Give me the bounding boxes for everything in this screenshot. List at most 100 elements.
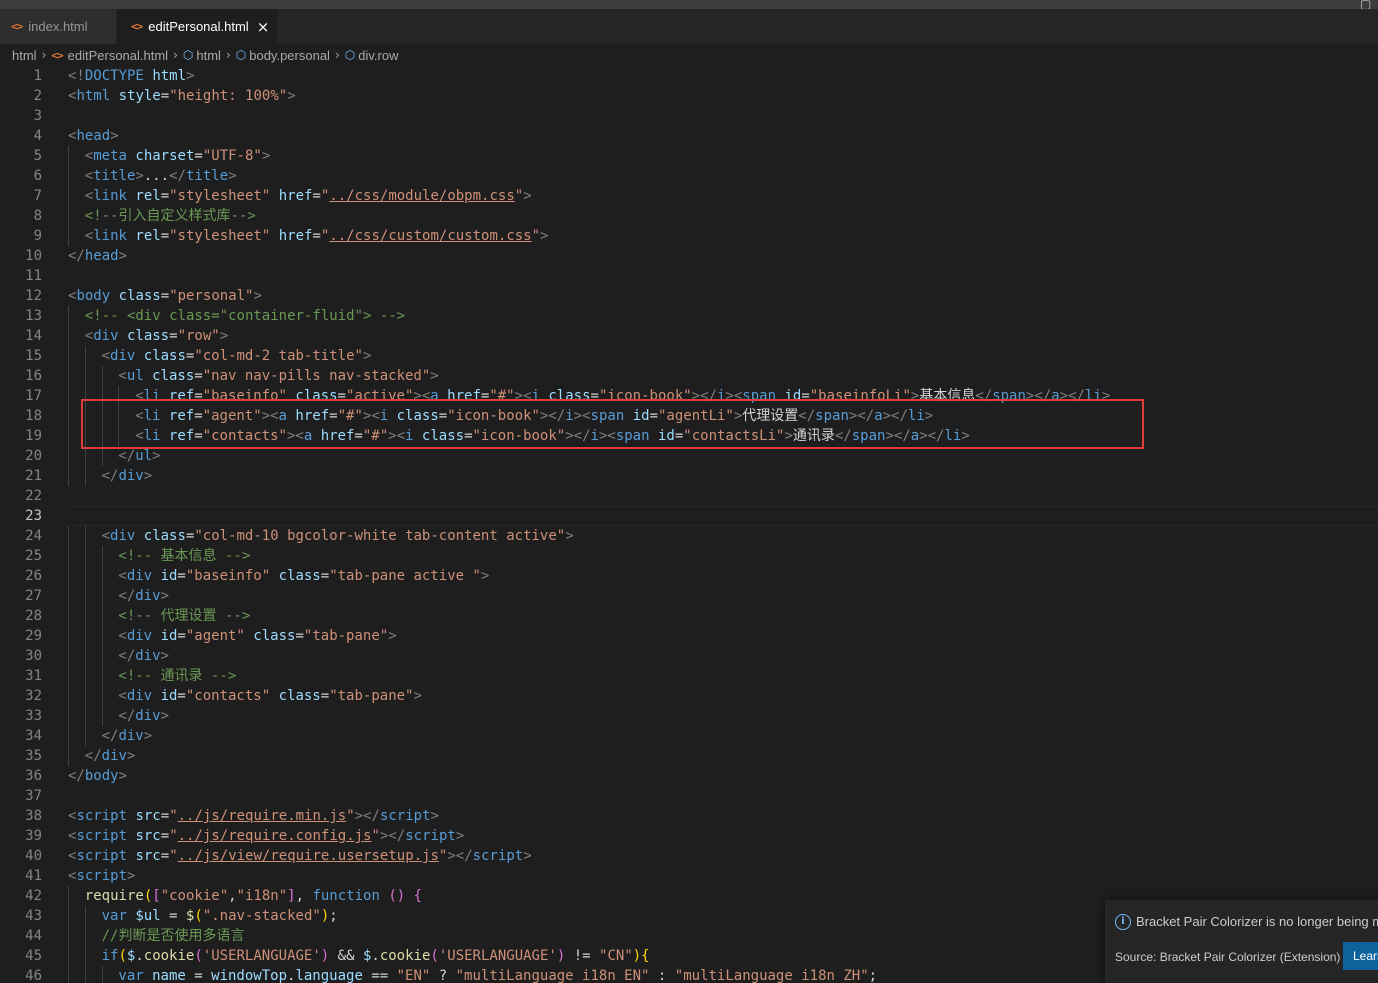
code-line[interactable]: 7 <link rel="stylesheet" href="../css/mod… <box>0 186 1378 206</box>
code-line[interactable]: 5 <meta charset="UTF-8"> <box>0 146 1378 166</box>
code-line[interactable]: 15 <div class="col-md-2 tab-title"> <box>0 346 1378 366</box>
code-token: " <box>169 848 178 864</box>
code-token: ../js/require.config.js <box>177 828 372 844</box>
code-token: ul <box>126 368 144 384</box>
code-line[interactable]: 30 </div> <box>0 646 1378 666</box>
code-line[interactable]: 1 <!DOCTYPE html> <box>0 66 1378 86</box>
indent-guide <box>84 666 86 686</box>
code-line[interactable]: 37 <box>0 786 1378 806</box>
code-line[interactable]: 29 <div id="agent" class="tab-pane"> <box>0 626 1378 646</box>
code-line[interactable]: 36 </body> <box>0 766 1378 786</box>
code-text: </ul> <box>118 446 160 466</box>
code-line[interactable]: 31 <!-- 通讯录 --> <box>0 666 1378 686</box>
code-line[interactable]: 11 <box>0 266 1378 286</box>
code-line[interactable]: 28 <!-- 代理设置 --> <box>0 606 1378 626</box>
line-number: 12 <box>25 288 42 304</box>
line-number: 23 <box>25 508 42 524</box>
breadcrumb-item-html[interactable]: html <box>12 48 37 63</box>
code-token: . <box>371 948 380 964</box>
code-line[interactable]: 22 <box>0 486 1378 506</box>
code-token: </ <box>118 648 136 664</box>
code-token: script <box>76 808 128 824</box>
code-line[interactable]: 6 <title>...</title> <box>0 166 1378 186</box>
breadcrumb-item-file[interactable]: editPersonal.html <box>68 48 168 63</box>
code-line[interactable]: 21 </div> <box>0 466 1378 486</box>
code-token: > <box>430 368 439 384</box>
code-line[interactable]: 2 <html style="height: 100%"> <box>0 86 1378 106</box>
code-token: div <box>110 528 136 544</box>
code-token: </ <box>169 168 186 184</box>
code-line[interactable]: 32 <div id="contacts" class="tab-pane"> <box>0 686 1378 706</box>
line-number: 36 <box>25 768 42 784</box>
code-line[interactable]: 16 <ul class="nav nav-pills nav-stacked"> <box>0 366 1378 386</box>
code-line[interactable]: 38 <script src="../js/require.min.js"></s… <box>0 806 1378 826</box>
code-line[interactable]: 3 <box>0 106 1378 126</box>
indent-guide <box>68 546 69 566</box>
code-token: " <box>371 828 380 844</box>
code-line[interactable]: 33 </div> <box>0 706 1378 726</box>
code-line[interactable]: 20 </ul> <box>0 446 1378 466</box>
code-line[interactable]: 35 </div> <box>0 746 1378 766</box>
code-line[interactable]: 27 </div> <box>0 586 1378 606</box>
code-token: " <box>346 808 355 824</box>
tab-editpersonal-html[interactable]: <> editPersonal.html × <box>117 9 277 44</box>
code-text: </div> <box>118 646 169 666</box>
code-token: "contacts" <box>185 688 271 704</box>
line-number: 30 <box>25 648 42 664</box>
indent-guide <box>68 706 69 726</box>
code-line[interactable]: 24 <div class="col-md-10 bgcolor-white ta… <box>0 526 1378 546</box>
line-number: 3 <box>33 108 42 124</box>
code-line[interactable]: 10 </head> <box>0 246 1378 266</box>
code-line[interactable]: 25 <!-- 基本信息 --> <box>0 546 1378 566</box>
code-line[interactable]: 9 <link rel="stylesheet" href="../css/cus… <box>0 226 1378 246</box>
code-token: = <box>160 228 170 244</box>
code-token: < <box>101 528 111 544</box>
code-token: class <box>253 628 296 644</box>
code-line[interactable]: 23 <box>0 506 1378 526</box>
line-number: 17 <box>25 388 42 404</box>
code-line[interactable]: 13 <!-- <div class="container-fluid"> --> <box>0 306 1378 326</box>
code-editor[interactable]: 1 <!DOCTYPE html> 2 <html style="height: 10… <box>0 66 1378 983</box>
breadcrumb-item-html-element[interactable]: html <box>196 48 221 63</box>
code-line[interactable]: 34 </div> <box>0 726 1378 746</box>
indent-guide <box>101 606 103 626</box>
line-number: 43 <box>25 908 42 924</box>
code-text: </div> <box>102 466 153 486</box>
code-token: " <box>169 808 178 824</box>
indent-guide <box>68 586 69 606</box>
html-file-icon: <> <box>131 20 143 33</box>
code-line[interactable]: 8 <!--引入自定义样式库--> <box>0 206 1378 226</box>
code-token: class <box>118 288 161 304</box>
breadcrumb-item-div-row[interactable]: div.row <box>358 48 398 63</box>
breadcrumb-item-body[interactable]: body.personal <box>249 48 330 63</box>
code-token: src <box>135 828 161 844</box>
code-token: ; <box>868 968 878 983</box>
code-token: , <box>228 888 237 904</box>
code-line[interactable]: 40 <script src="../js/view/require.userse… <box>0 846 1378 866</box>
code-token: require <box>84 888 144 904</box>
code-token: = <box>295 628 304 644</box>
code-token: 'USERLANGUAGE' <box>202 948 321 964</box>
close-icon[interactable]: × <box>257 18 270 36</box>
code-line[interactable]: 41 <script> <box>0 866 1378 886</box>
code-line[interactable]: 14 <div class="row"> <box>0 326 1378 346</box>
tab-index-html[interactable]: <> index.html <box>0 9 117 44</box>
learn-more-button[interactable]: Learn More <box>1343 942 1378 970</box>
indent-guide <box>101 366 103 386</box>
code-token: ( <box>194 908 203 924</box>
code-token: < <box>118 688 127 704</box>
indent-guide <box>84 586 86 606</box>
chevron-right-icon: › <box>225 48 231 62</box>
chevron-right-icon: › <box>173 48 178 62</box>
code-line[interactable]: 4 <head> <box>0 126 1378 146</box>
code-token: </ <box>118 708 136 724</box>
code-token: </ <box>84 748 102 764</box>
code-line[interactable]: 26 <div id="baseinfo" class="tab-pane act… <box>0 566 1378 586</box>
indent-guide <box>68 626 69 646</box>
code-line[interactable]: 12 <body class="personal"> <box>0 286 1378 306</box>
code-token: = <box>312 228 321 244</box>
code-token: = <box>312 188 321 204</box>
code-line[interactable]: 39 <script src="../js/require.config.js">… <box>0 826 1378 846</box>
